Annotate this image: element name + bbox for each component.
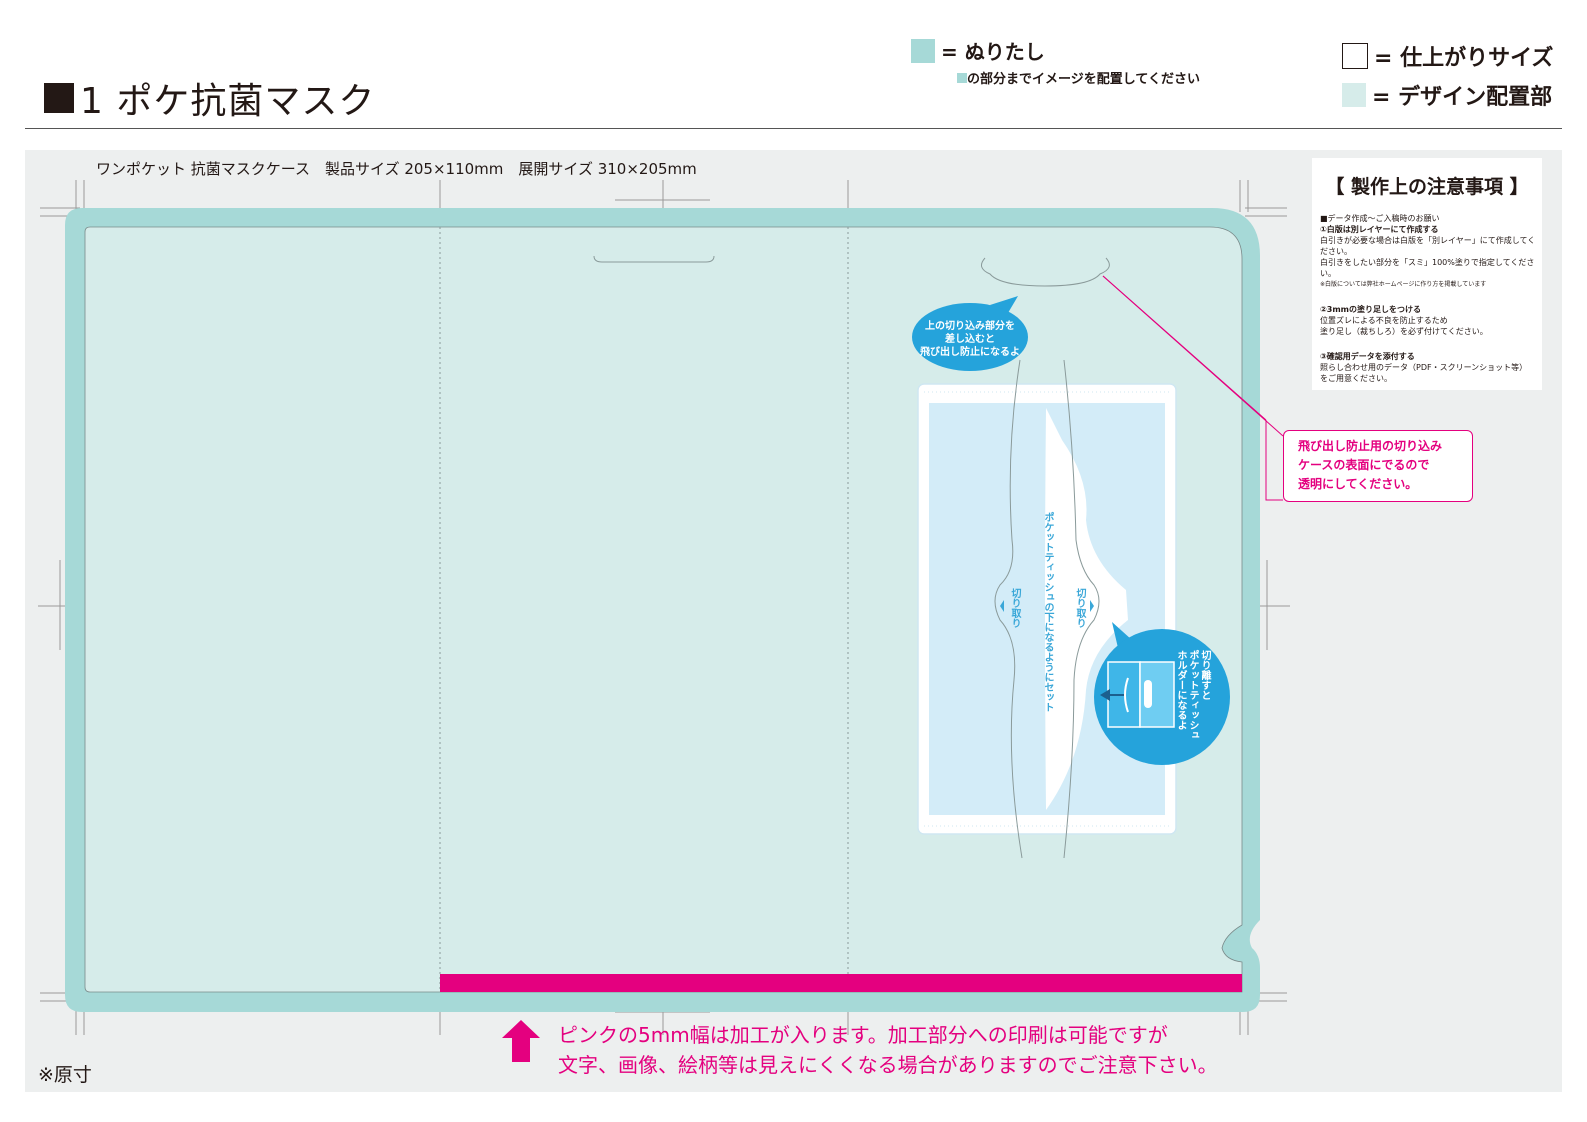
- tissue-label: ポケットティッシュの下になるようにセット: [1042, 512, 1053, 712]
- pink-callout: 飛び出し防止用の切り込み ケースの表面にでるので 透明にしてください。: [1283, 430, 1473, 502]
- pink-strip: [440, 974, 1242, 992]
- up-arrow-icon: [502, 1020, 540, 1062]
- notes-heading: 【 製作上の注意事項 】: [1325, 176, 1529, 198]
- actual-size-note: ※原寸: [38, 1064, 92, 1086]
- processing-note: ピンクの5mm幅は加工が入ります。加工部分への印刷は可能ですが 文字、画像、絵柄…: [558, 1023, 1218, 1077]
- note-3-title: ③確認用データを添付する: [1320, 352, 1415, 361]
- cut-label-left: 切り取り: [1009, 588, 1020, 628]
- notes-intro: ■データ作成〜ご入稿時のお願い: [1320, 214, 1440, 223]
- bottom-bubble-text: 切り離すと ポケットティッシュ ホルダーになるよ: [1175, 650, 1210, 740]
- note-2-title: ②3mmの塗り足しをつける: [1320, 305, 1422, 314]
- note-1-title: ①白版は別レイヤーにて作成する: [1320, 225, 1439, 234]
- cut-label-right: 切り取り: [1074, 588, 1085, 628]
- top-bubble-text: 上の切り込み部分を 差し込むと 飛び出し防止になるよ: [920, 321, 1020, 358]
- production-notes: 【 製作上の注意事項 】 ■データ作成〜ご入稿時のお願い ①白版は別レイヤーにて…: [1312, 158, 1542, 390]
